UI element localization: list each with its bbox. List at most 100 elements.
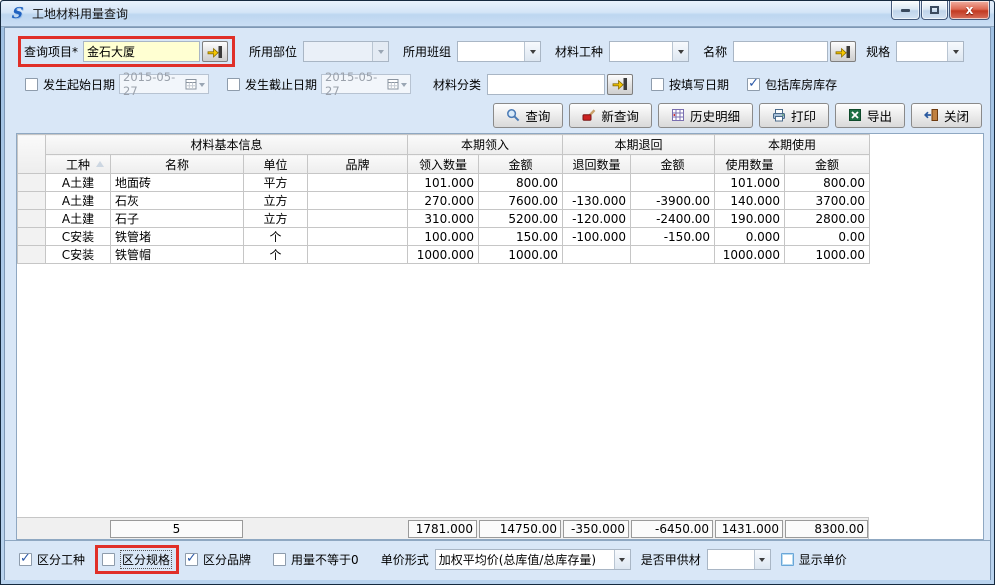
col-header-name[interactable]: 名称: [111, 155, 244, 174]
team-combobox[interactable]: [457, 41, 541, 62]
material-category-input[interactable]: [487, 74, 605, 95]
export-button[interactable]: 导出: [835, 103, 905, 128]
table-row[interactable]: A土建 地面砖 平方 101.000 800.00 101.000 800.00: [18, 174, 870, 192]
minimize-icon: [901, 9, 910, 12]
by-trade-checkbox[interactable]: [19, 553, 32, 566]
start-date-label: 发生起始日期: [43, 76, 115, 93]
table-row[interactable]: A土建 石子 立方 310.000 5200.00 -120.000 -2400…: [18, 210, 870, 228]
project-picker-button[interactable]: [202, 41, 228, 62]
picker-icon: [207, 45, 223, 59]
end-date-label: 发生截止日期: [245, 76, 317, 93]
name-input[interactable]: [733, 41, 828, 62]
cell-received-qty: 100.000: [408, 228, 479, 246]
chevron-down-icon: [530, 50, 536, 57]
group-returned: 本期退回: [563, 135, 715, 155]
name-picker-button[interactable]: [830, 41, 856, 62]
part-dropdown-button[interactable]: [372, 42, 388, 61]
cell-returned-amt: [631, 174, 715, 192]
filter-row-1: 查询项目* 所用部位 所用班组 材料工种: [18, 36, 982, 67]
table-body: A土建 地面砖 平方 101.000 800.00 101.000 800.00…: [18, 174, 870, 264]
start-date-checkbox[interactable]: [25, 78, 38, 91]
col-header-trade[interactable]: 工种: [46, 155, 111, 174]
print-button[interactable]: 打印: [759, 103, 829, 128]
col-header-returned-qty[interactable]: 退回数量: [563, 155, 631, 174]
row-selector[interactable]: [18, 228, 46, 246]
cell-returned-qty: -130.000: [563, 192, 631, 210]
summary-returned-qty: -350.000: [563, 520, 629, 538]
window-controls: x: [890, 1, 990, 20]
by-fill-date-checkbox[interactable]: [651, 78, 664, 91]
new-search-button[interactable]: 新查询: [569, 103, 652, 128]
cell-used-qty: 140.000: [715, 192, 785, 210]
print-button-label: 打印: [791, 106, 816, 125]
table-row[interactable]: C安装 铁管堵 个 100.000 150.00 -100.000 -150.0…: [18, 228, 870, 246]
close-icon: x: [966, 3, 974, 17]
cell-returned-qty: [563, 174, 631, 192]
query-project-input[interactable]: [83, 41, 200, 62]
exit-icon: [924, 108, 939, 122]
cell-brand: [308, 246, 408, 264]
row-selector[interactable]: [18, 246, 46, 264]
option-show-price: 显示单价: [781, 551, 847, 568]
col-header-received-amt[interactable]: 金额: [479, 155, 563, 174]
col-header-received-qty[interactable]: 领入数量: [408, 155, 479, 174]
history-detail-button[interactable]: 历史明细: [658, 103, 753, 128]
col-header-used-qty[interactable]: 使用数量: [715, 155, 785, 174]
price-form-combobox[interactable]: 加权平均价(总库值/总库存量): [435, 549, 631, 570]
chevron-down-icon: [378, 50, 384, 57]
col-header-returned-amt[interactable]: 金额: [631, 155, 715, 174]
close-button[interactable]: x: [949, 1, 990, 20]
col-header-unit[interactable]: 单位: [244, 155, 308, 174]
by-spec-checkbox[interactable]: [102, 553, 115, 566]
group-header-row: 材料基本信息 本期领入 本期退回 本期使用: [18, 135, 870, 155]
end-date-checkbox[interactable]: [227, 78, 240, 91]
price-form-label: 单价形式: [381, 551, 429, 568]
row-selector[interactable]: [18, 210, 46, 228]
cell-name: 石灰: [111, 192, 244, 210]
group-used: 本期使用: [715, 135, 870, 155]
title-bar: S 工地材料用量查询 x: [1, 1, 994, 27]
end-date-picker[interactable]: 2015-05-27: [321, 74, 411, 94]
include-stock-checkbox[interactable]: [747, 78, 760, 91]
query-project-label: 查询项目*: [24, 43, 78, 60]
supplied-dropdown-button[interactable]: [754, 550, 770, 569]
row-selector[interactable]: [18, 192, 46, 210]
summary-received-amt: 14750.00: [479, 520, 561, 538]
spec-combobox[interactable]: [896, 41, 964, 62]
table-row[interactable]: C安装 铁管帽 个 1000.000 1000.00 1000.000 1000…: [18, 246, 870, 264]
search-button[interactable]: 查询: [493, 103, 563, 128]
supplied-label: 是否甲供材: [641, 551, 701, 568]
cell-received-qty: 270.000: [408, 192, 479, 210]
minimize-button[interactable]: [891, 1, 920, 20]
picker-icon: [835, 45, 851, 59]
cell-brand: [308, 192, 408, 210]
by-fill-date-label: 按填写日期: [669, 76, 729, 93]
show-price-checkbox[interactable]: [781, 553, 794, 566]
nonzero-checkbox[interactable]: [273, 553, 286, 566]
material-trade-dropdown-button[interactable]: [672, 42, 688, 61]
summary-used-qty: 1431.000: [715, 520, 783, 538]
col-header-trade-label: 工种: [66, 158, 90, 172]
material-trade-combobox[interactable]: [609, 41, 689, 62]
material-category-picker-button[interactable]: [607, 74, 633, 95]
spec-dropdown-button[interactable]: [947, 42, 963, 61]
col-header-brand[interactable]: 品牌: [308, 155, 408, 174]
supplied-combobox[interactable]: [707, 549, 771, 570]
part-combobox[interactable]: [303, 41, 389, 62]
by-brand-checkbox[interactable]: [185, 553, 198, 566]
sort-asc-icon: [96, 161, 104, 167]
row-selector[interactable]: [18, 174, 46, 192]
data-grid: 材料基本信息 本期领入 本期退回 本期使用 工种 名称 单位 品牌 领入数量 金…: [16, 133, 984, 540]
table-row[interactable]: A土建 石灰 立方 270.000 7600.00 -130.000 -3900…: [18, 192, 870, 210]
maximize-button[interactable]: [921, 1, 948, 20]
cell-returned-amt: -2400.00: [631, 210, 715, 228]
toolbar: 查询 新查询 历史明细: [13, 102, 982, 128]
spec-label: 规格: [866, 43, 890, 60]
team-dropdown-button[interactable]: [524, 42, 540, 61]
close-window-button[interactable]: 关闭: [911, 103, 982, 128]
start-date-picker[interactable]: 2015-05-27: [119, 74, 209, 94]
app-window: S 工地材料用量查询 x 查询项目* 所用部位: [0, 0, 995, 585]
cell-used-qty: 1000.000: [715, 246, 785, 264]
col-header-used-amt[interactable]: 金额: [785, 155, 870, 174]
price-form-dropdown-button[interactable]: [614, 550, 630, 569]
